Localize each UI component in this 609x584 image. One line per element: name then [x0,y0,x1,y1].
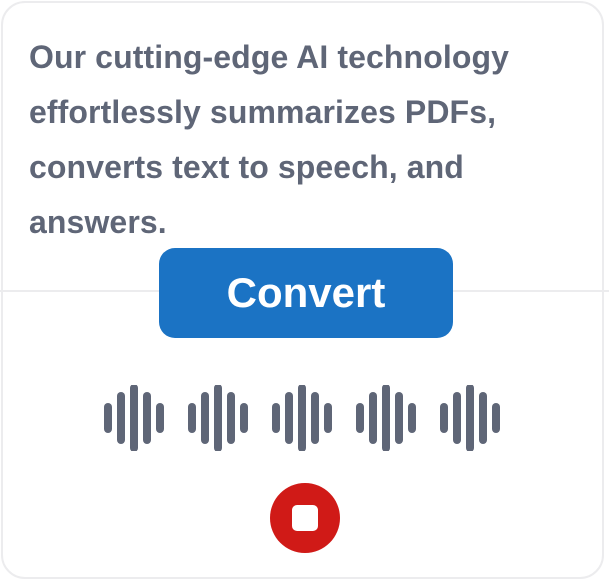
stop-icon [292,505,318,531]
stop-button[interactable] [270,483,340,553]
feature-description: Our cutting-edge AI technology effortles… [29,39,510,240]
convert-button[interactable]: Convert [159,248,453,338]
audio-waveform-icon [104,385,500,451]
